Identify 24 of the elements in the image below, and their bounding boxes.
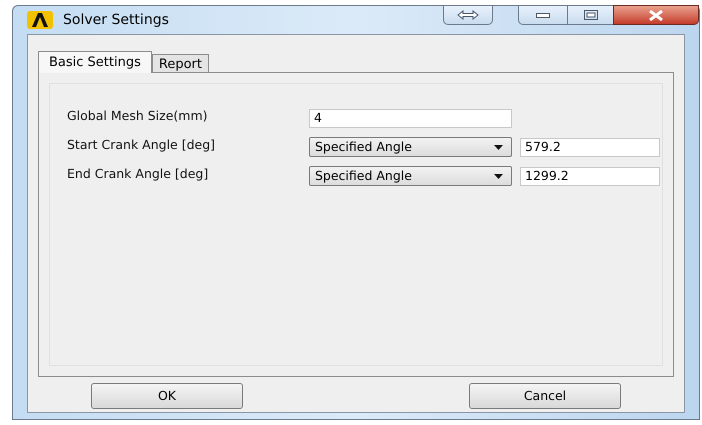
input-field[interactable]: 4 — [309, 108, 512, 128]
field-label: Start Crank Angle [deg] — [67, 136, 216, 154]
minimize-icon — [536, 12, 550, 18]
caret-icon — [494, 174, 503, 178]
resize-button[interactable] — [443, 5, 493, 25]
maximize-icon — [584, 10, 598, 20]
caret-icon — [494, 144, 503, 150]
dialog-button[interactable]: OK — [91, 383, 243, 409]
input-field[interactable]: 579.2 — [520, 138, 660, 156]
dropdown[interactable]: Specified Angle — [309, 166, 512, 186]
field-label: End Crank Angle [deg] — [67, 164, 210, 183]
input-field[interactable]: 1299.2 — [520, 166, 660, 186]
double-arrow-icon — [457, 10, 479, 20]
close-icon — [648, 10, 664, 20]
app-logo-icon — [27, 11, 53, 29]
dialog-button[interactable]: Cancel — [469, 383, 621, 409]
window-title: Solver Settings — [63, 10, 169, 30]
tab[interactable]: Report — [152, 54, 209, 72]
tab[interactable]: Basic Settings — [38, 51, 152, 73]
close-button[interactable] — [613, 5, 699, 25]
field-label: Global Mesh Size(mm) — [67, 106, 208, 125]
maximize-button[interactable] — [568, 5, 613, 25]
minimize-button[interactable] — [518, 5, 568, 25]
dropdown[interactable]: Specified Angle — [309, 137, 512, 157]
